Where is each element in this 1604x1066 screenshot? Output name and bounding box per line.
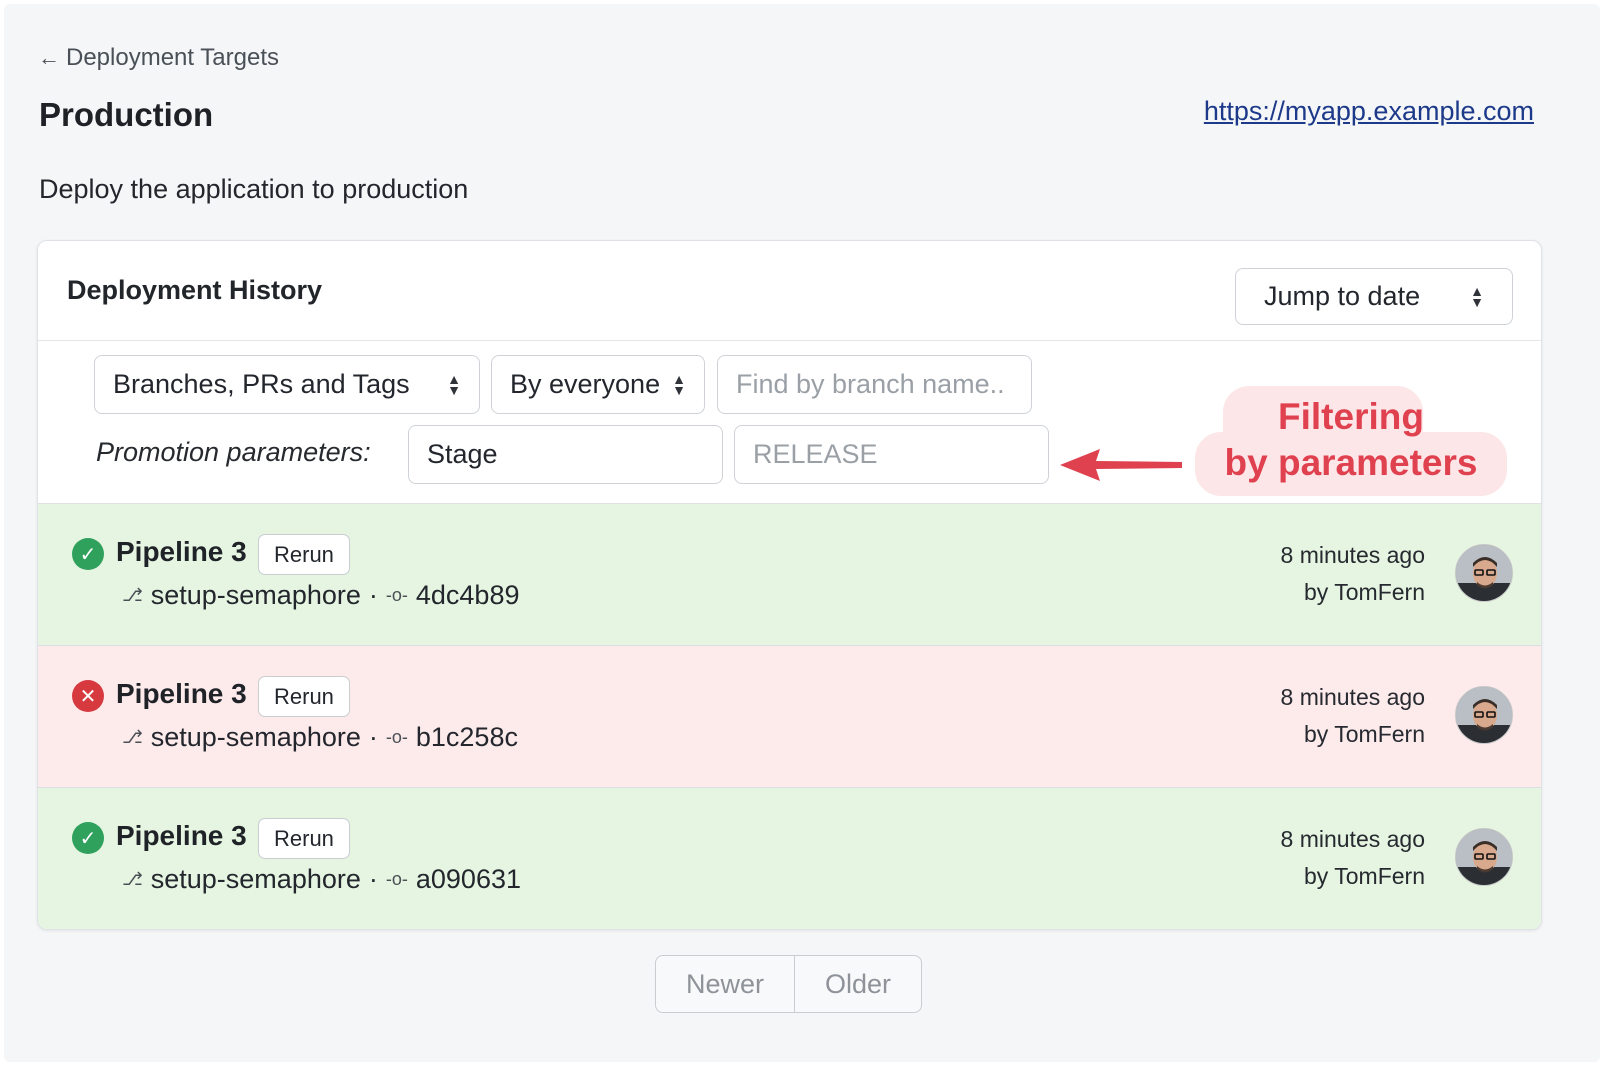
deployment-row: ✓ Pipeline 3 Rerun ⎇ setup-semaphore · -… <box>38 788 1541 929</box>
rerun-button[interactable]: Rerun <box>258 534 350 575</box>
commit-icon: -o- <box>385 585 408 605</box>
up-down-arrows-icon: ▲ ▼ <box>1470 282 1484 310</box>
rerun-button[interactable]: Rerun <box>258 818 350 859</box>
avatar <box>1455 686 1513 744</box>
type-filter-select[interactable]: Branches, PRs and Tags ▲ ▼ <box>94 355 480 414</box>
branch-name[interactable]: setup-semaphore <box>151 864 361 895</box>
branch-icon: ⎇ <box>122 727 143 747</box>
up-down-arrows-icon: ▲ ▼ <box>447 370 461 398</box>
row-meta: ⎇ setup-semaphore · -o- b1c258c <box>122 722 518 753</box>
rerun-button[interactable]: Rerun <box>258 676 350 717</box>
parameter-stage-input[interactable] <box>408 425 723 484</box>
newer-button[interactable]: Newer <box>656 956 794 1012</box>
row-meta: ⎇ setup-semaphore · -o- 4dc4b89 <box>122 580 519 611</box>
type-filter-label: Branches, PRs and Tags <box>113 369 410 399</box>
target-description: Deploy the application to production <box>39 174 469 204</box>
row-meta: ⎇ setup-semaphore · -o- a090631 <box>122 864 521 895</box>
deployed-by: by TomFern <box>1303 579 1425 605</box>
branch-name[interactable]: setup-semaphore <box>151 580 361 611</box>
back-link[interactable]: ← Deployment Targets <box>38 44 279 72</box>
back-link-label: Deployment Targets <box>66 44 279 71</box>
deployment-row: ✓ Pipeline 3 Rerun ⎇ setup-semaphore · -… <box>38 504 1541 646</box>
page-title: Production <box>39 96 214 133</box>
card-title: Deployment History <box>67 275 323 305</box>
commit-sha[interactable]: b1c258c <box>416 722 518 753</box>
author-filter-label: By everyone <box>510 369 661 399</box>
deployed-by: by TomFern <box>1303 863 1425 889</box>
branch-icon: ⎇ <box>122 585 143 605</box>
parameter-release-input[interactable] <box>734 425 1049 484</box>
deploy-time: 8 minutes ago <box>1280 684 1425 710</box>
commit-icon: -o- <box>385 727 408 747</box>
commit-sha[interactable]: a090631 <box>416 864 521 895</box>
promotion-parameters-label: Promotion parameters: <box>96 437 371 467</box>
pagination: Newer Older <box>655 955 922 1013</box>
branch-search-input[interactable] <box>717 355 1032 414</box>
annotation-arrow-icon <box>1060 449 1182 481</box>
deploy-time: 8 minutes ago <box>1280 542 1425 568</box>
x-circle-icon: ✕ <box>72 680 104 712</box>
card-header: Deployment History Jump to date ▲ ▼ <box>38 241 1541 341</box>
jump-to-date-select[interactable]: Jump to date ▲ ▼ <box>1235 268 1513 325</box>
commit-sha[interactable]: 4dc4b89 <box>416 580 520 611</box>
check-circle-icon: ✓ <box>72 538 104 570</box>
branch-name[interactable]: setup-semaphore <box>151 722 361 753</box>
separator-dot: · <box>368 864 378 894</box>
branch-icon: ⎇ <box>122 869 143 889</box>
deployment-target-page: ← Deployment Targets Production https://… <box>4 4 1600 1062</box>
annotation-text: Filtering by parameters <box>1195 394 1507 486</box>
arrow-left-icon: ← <box>38 45 60 70</box>
annotation-line-2: by parameters <box>1224 442 1478 483</box>
commit-icon: -o- <box>385 869 408 889</box>
deployed-by: by TomFern <box>1303 721 1425 747</box>
pipeline-name: Pipeline 3 <box>116 536 247 567</box>
annotation-line-1: Filtering <box>1278 396 1424 437</box>
separator-dot: · <box>368 580 378 610</box>
older-button[interactable]: Older <box>794 956 921 1012</box>
author-filter-select[interactable]: By everyone ▲ ▼ <box>491 355 705 414</box>
up-down-arrows-icon: ▲ ▼ <box>672 370 686 398</box>
jump-to-date-label: Jump to date <box>1264 281 1421 311</box>
check-circle-icon: ✓ <box>72 822 104 854</box>
deployment-row: ✕ Pipeline 3 Rerun ⎇ setup-semaphore · -… <box>38 646 1541 788</box>
pipeline-name: Pipeline 3 <box>116 678 247 709</box>
separator-dot: · <box>368 722 378 752</box>
avatar <box>1455 544 1513 602</box>
app-url-link[interactable]: https://myapp.example.com <box>1204 96 1534 127</box>
deployment-history-card: Deployment History Jump to date ▲ ▼ Branc… <box>37 240 1542 930</box>
pipeline-name: Pipeline 3 <box>116 820 247 851</box>
deploy-time: 8 minutes ago <box>1280 826 1425 852</box>
avatar <box>1455 828 1513 886</box>
